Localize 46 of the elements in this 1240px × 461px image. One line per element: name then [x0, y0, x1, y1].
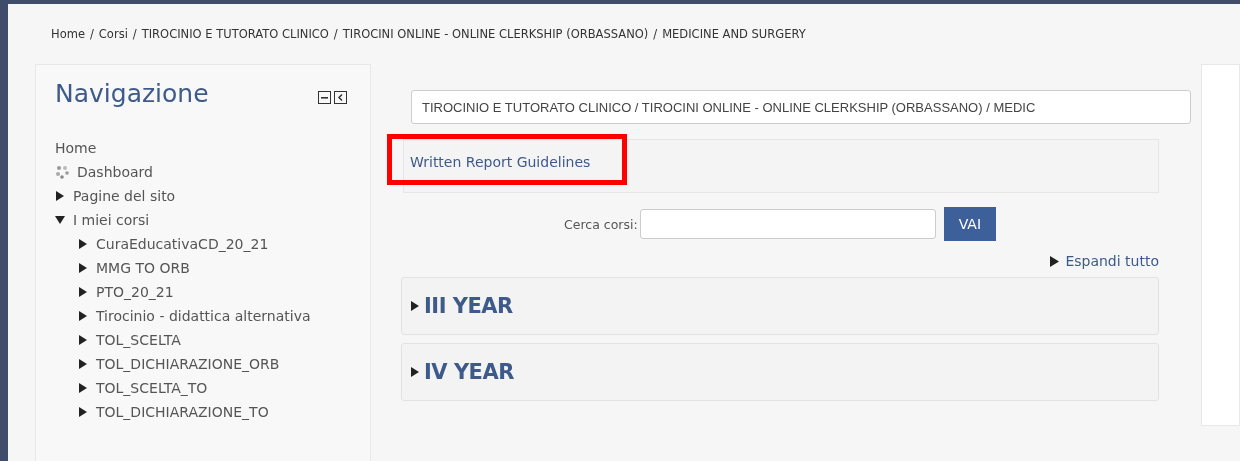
- collapsed-arrow-icon[interactable]: [78, 383, 88, 393]
- section-title: IV YEAR: [424, 360, 514, 384]
- collapsed-arrow-icon[interactable]: [78, 311, 88, 321]
- search-button[interactable]: VAI: [943, 207, 997, 241]
- expand-arrow-icon: [1050, 255, 1060, 267]
- breadcrumb-link[interactable]: Home: [51, 27, 85, 41]
- navigation-item[interactable]: I miei corsi: [73, 212, 150, 228]
- collapsed-arrow-icon[interactable]: [78, 335, 88, 345]
- panel-title: Navigazione: [55, 79, 209, 108]
- breadcrumb-link[interactable]: TIROCINIO E TUTORATO CLINICO: [141, 27, 329, 41]
- collapsed-arrow-icon[interactable]: [55, 191, 65, 201]
- navigation-item[interactable]: Dashboard: [77, 164, 153, 180]
- collapsed-arrow-icon[interactable]: [78, 359, 88, 369]
- navigation-item[interactable]: Tirocinio - didattica alternativa: [96, 308, 311, 324]
- navigation-item[interactable]: TOL_SCELTA_TO: [96, 380, 208, 396]
- navigation-item[interactable]: PTO_20_21: [96, 284, 174, 300]
- dashboard-icon: [55, 165, 69, 179]
- course-select[interactable]: TIROCINIO E TUTORATO CLINICO / TIROCINI ONLINE - ONLINE CLERKSHIP (ORBASSANO) / MEDIC: [411, 90, 1191, 124]
- section-title: III YEAR: [424, 294, 513, 318]
- breadcrumb-separator: /: [333, 27, 338, 41]
- search-field[interactable]: [639, 209, 936, 239]
- search-label: Cerca corsi:: [564, 216, 638, 232]
- section-header[interactable]: III YEAR: [401, 277, 1159, 335]
- navigation-item[interactable]: TOL_SCELTA: [96, 332, 181, 348]
- breadcrumb-link[interactable]: MEDICINE AND SURGERY: [662, 27, 806, 41]
- breadcrumb-separator: /: [653, 27, 658, 41]
- dock-left-icon[interactable]: [334, 91, 347, 104]
- breadcrumb-separator: /: [132, 27, 137, 41]
- navigation-item[interactable]: Pagine del sito: [73, 188, 176, 204]
- collapse-icon[interactable]: [318, 91, 331, 104]
- collapsed-arrow-icon[interactable]: [78, 287, 88, 297]
- collapsed-arrow-icon[interactable]: [78, 263, 88, 273]
- navigation-item[interactable]: TOL_DICHIARAZIONE_TO: [96, 404, 269, 420]
- breadcrumb-separator: /: [89, 27, 94, 41]
- navigation-item[interactable]: TOL_DICHIARAZIONE_ORB: [96, 356, 280, 372]
- navigation-item[interactable]: CuraEducativaCD_20_21: [96, 236, 269, 252]
- navigation-item[interactable]: MMG TO ORB: [96, 260, 190, 276]
- collapsed-arrow-icon[interactable]: [78, 407, 88, 417]
- collapsed-arrow-icon[interactable]: [78, 239, 88, 249]
- expand-all-link[interactable]: Espandi tutto: [1065, 253, 1159, 269]
- section-header[interactable]: IV YEAR: [401, 343, 1159, 401]
- document-link[interactable]: Written Report Guidelines: [410, 154, 591, 170]
- breadcrumb-link[interactable]: Corsi: [98, 27, 128, 41]
- breadcrumb-link[interactable]: TIROCINI ONLINE - ONLINE CLERKSHIP (ORBASSANO): [342, 27, 649, 41]
- navigation-item[interactable]: Home: [55, 140, 97, 156]
- expanded-arrow-icon[interactable]: [55, 215, 65, 225]
